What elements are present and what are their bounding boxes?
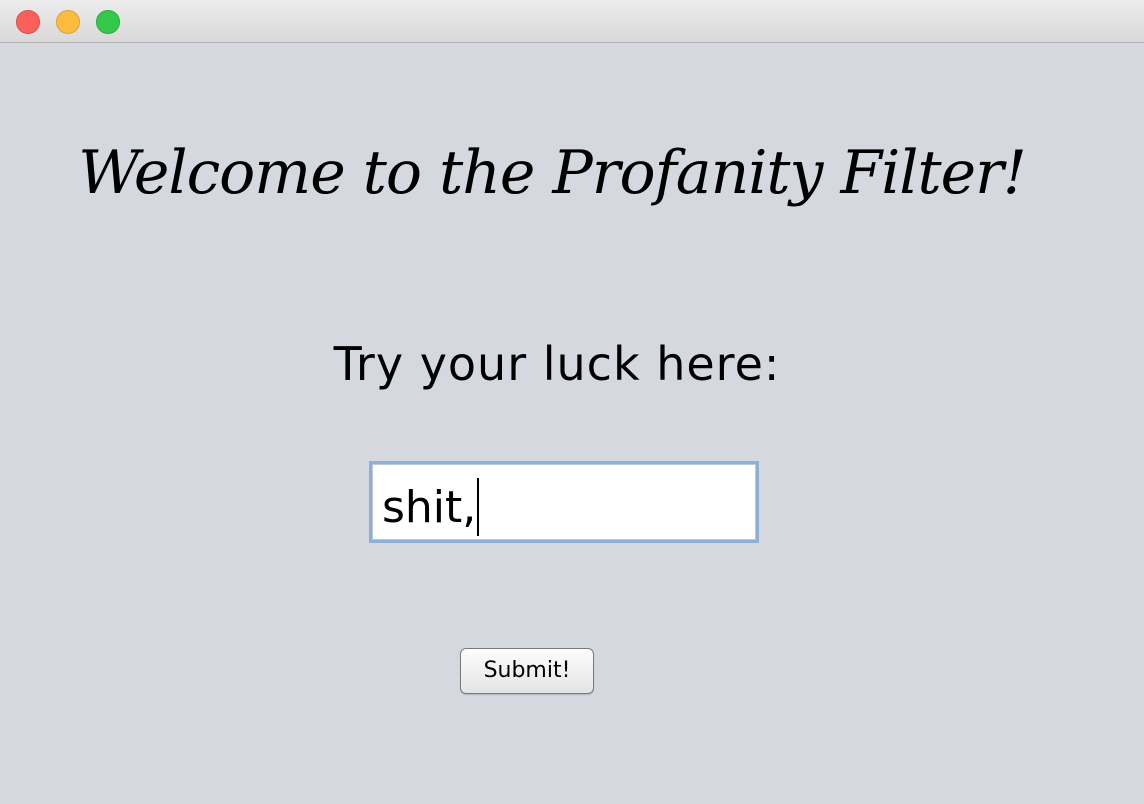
- maximize-window-button[interactable]: [96, 10, 120, 34]
- prompt-label: Try your luck here:: [333, 337, 781, 391]
- profanity-input-field[interactable]: shit,: [369, 461, 759, 543]
- window-titlebar[interactable]: [0, 0, 1144, 43]
- text-caret: [477, 478, 480, 536]
- close-window-button[interactable]: [16, 10, 40, 34]
- input-value: shit,: [382, 482, 477, 533]
- submit-button[interactable]: Submit!: [460, 648, 594, 694]
- minimize-window-button[interactable]: [56, 10, 80, 34]
- welcome-heading: Welcome to the Profanity Filter!: [78, 138, 1027, 208]
- app-window: Welcome to the Profanity Filter! Try you…: [0, 0, 1144, 804]
- input-text-container: shit,: [382, 478, 480, 536]
